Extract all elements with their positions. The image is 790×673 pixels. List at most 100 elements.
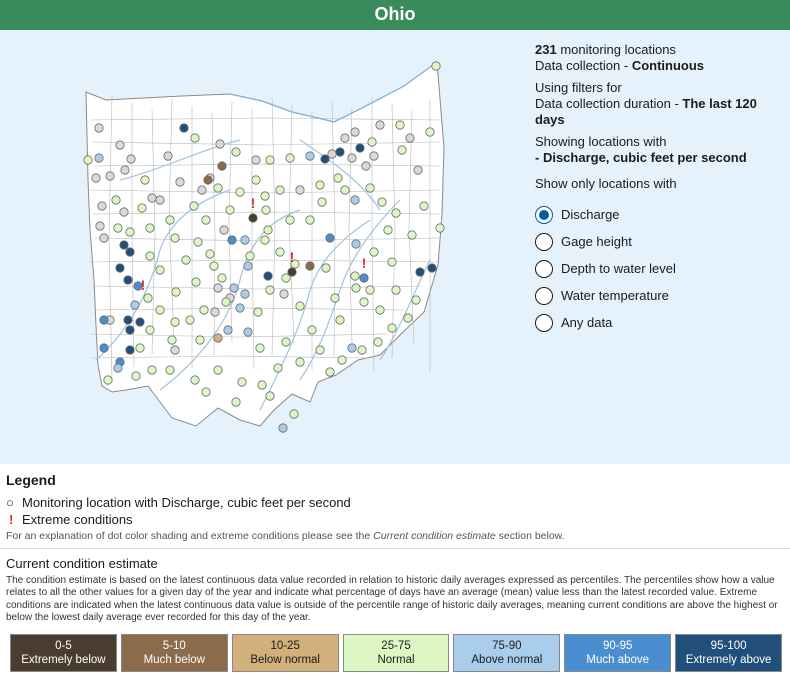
station-dot[interactable]	[263, 225, 273, 235]
station-dot[interactable]	[350, 271, 360, 281]
station-dot[interactable]	[375, 305, 385, 315]
station-dot[interactable]	[383, 225, 393, 235]
station-dot[interactable]	[94, 123, 104, 133]
station-dot[interactable]	[315, 345, 325, 355]
station-dot[interactable]	[265, 391, 275, 401]
station-dot[interactable]	[350, 127, 360, 137]
station-dot[interactable]	[260, 191, 270, 201]
station-dot[interactable]	[213, 333, 223, 343]
station-dot[interactable]	[263, 271, 273, 281]
radio-water-temperature[interactable]: Water temperature	[535, 282, 785, 309]
station-dot[interactable]	[273, 363, 283, 373]
station-dot[interactable]	[190, 375, 200, 385]
station-dot[interactable]	[427, 263, 437, 273]
station-dot[interactable]	[391, 208, 401, 218]
station-dot[interactable]	[295, 185, 305, 195]
station-dot[interactable]	[265, 285, 275, 295]
station-dot[interactable]	[257, 380, 267, 390]
station-dot[interactable]	[165, 365, 175, 375]
station-dot[interactable]	[275, 185, 285, 195]
station-dot[interactable]	[235, 187, 245, 197]
station-dot[interactable]	[131, 371, 141, 381]
radio-button[interactable]	[535, 232, 553, 251]
station-dot[interactable]	[279, 289, 289, 299]
radio-gage-height[interactable]: Gage height	[535, 228, 785, 255]
station-dot[interactable]	[125, 227, 135, 237]
station-dot[interactable]	[261, 205, 271, 215]
station-dot[interactable]	[223, 325, 233, 335]
station-dot[interactable]	[240, 235, 250, 245]
station-dot[interactable]	[407, 230, 417, 240]
station-dot[interactable]	[213, 183, 223, 193]
station-dot[interactable]	[135, 317, 145, 327]
station-dot[interactable]	[189, 201, 199, 211]
station-dot[interactable]	[275, 247, 285, 257]
station-dot[interactable]	[140, 175, 150, 185]
station-dot[interactable]	[170, 345, 180, 355]
station-dot[interactable]	[191, 277, 201, 287]
station-dot[interactable]	[213, 365, 223, 375]
station-dot[interactable]	[190, 133, 200, 143]
station-dot[interactable]	[317, 197, 327, 207]
station-dot[interactable]	[359, 273, 369, 283]
station-dot[interactable]	[130, 300, 140, 310]
station-dot[interactable]	[221, 297, 231, 307]
station-dot[interactable]	[119, 207, 129, 217]
station-dot[interactable]	[205, 249, 215, 259]
station-dot[interactable]	[325, 367, 335, 377]
station-dot[interactable]	[391, 285, 401, 295]
station-dot[interactable]	[147, 365, 157, 375]
station-dot[interactable]	[229, 283, 239, 293]
station-dot[interactable]	[115, 263, 125, 273]
station-dot[interactable]	[145, 325, 155, 335]
station-dot[interactable]	[123, 275, 133, 285]
station-dot[interactable]	[367, 137, 377, 147]
station-dot[interactable]	[245, 251, 255, 261]
station-dot[interactable]	[285, 153, 295, 163]
station-dot[interactable]	[419, 201, 429, 211]
station-dot[interactable]	[350, 195, 360, 205]
station-dot[interactable]	[99, 315, 109, 325]
station-dot[interactable]	[397, 145, 407, 155]
station-dot[interactable]	[237, 377, 247, 387]
station-dot[interactable]	[335, 315, 345, 325]
station-dot[interactable]	[125, 247, 135, 257]
station-dot[interactable]	[135, 343, 145, 353]
station-dot[interactable]	[330, 293, 340, 303]
station-dot[interactable]	[403, 313, 413, 323]
station-dot[interactable]	[125, 325, 135, 335]
station-dot[interactable]	[227, 235, 237, 245]
station-dot[interactable]	[281, 273, 291, 283]
station-dot[interactable]	[415, 267, 425, 277]
station-dot[interactable]	[105, 171, 115, 181]
station-dot[interactable]	[155, 265, 165, 275]
station-dot[interactable]	[347, 343, 357, 353]
station-dot[interactable]	[113, 363, 123, 373]
station-dot[interactable]	[295, 357, 305, 367]
radio-discharge[interactable]: Discharge	[535, 201, 785, 228]
station-dot[interactable]	[243, 261, 253, 271]
station-dot[interactable]	[305, 215, 315, 225]
radio-button[interactable]	[535, 259, 553, 278]
station-dot[interactable]	[217, 273, 227, 283]
station-dot[interactable]	[193, 237, 203, 247]
station-dot[interactable]	[335, 147, 345, 157]
station-dot[interactable]	[243, 327, 253, 337]
radio-depth-to-water[interactable]: Depth to water level	[535, 255, 785, 282]
station-dot[interactable]	[281, 337, 291, 347]
station-dot[interactable]	[333, 173, 343, 183]
station-dot[interactable]	[143, 293, 153, 303]
station-dot[interactable]	[365, 285, 375, 295]
station-dot[interactable]	[210, 307, 220, 317]
station-dot[interactable]	[145, 223, 155, 233]
station-dot[interactable]	[251, 155, 261, 165]
station-dot[interactable]	[361, 161, 371, 171]
station-dot[interactable]	[213, 283, 223, 293]
station-dot[interactable]	[97, 201, 107, 211]
station-dot[interactable]	[137, 203, 147, 213]
station-dot[interactable]	[125, 345, 135, 355]
station-dot[interactable]	[295, 301, 305, 311]
station-dot[interactable]	[155, 195, 165, 205]
station-dot[interactable]	[175, 177, 185, 187]
station-dot[interactable]	[99, 233, 109, 243]
